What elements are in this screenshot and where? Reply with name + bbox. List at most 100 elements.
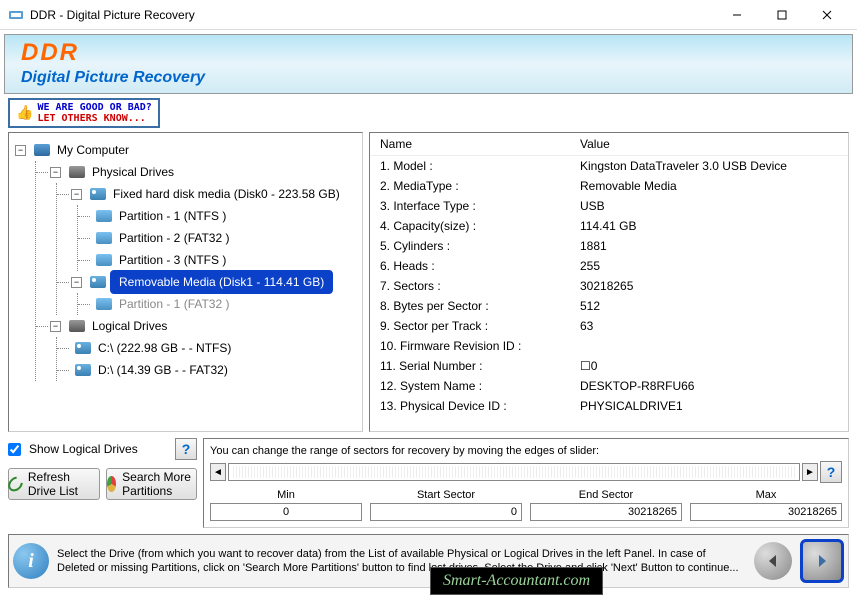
max-label: Max bbox=[690, 489, 842, 501]
details-name: 10. Firmware Revision ID : bbox=[370, 336, 570, 356]
titlebar: DDR - Digital Picture Recovery bbox=[0, 0, 857, 30]
feedback-button[interactable]: 👍 WE ARE GOOD OR BAD? LET OTHERS KNOW... bbox=[8, 98, 160, 128]
slider-right-arrow[interactable]: ► bbox=[802, 463, 818, 481]
header-banner: DDR Digital Picture Recovery bbox=[4, 34, 853, 94]
details-header-name: Name bbox=[370, 133, 570, 156]
end-sector-input[interactable] bbox=[530, 503, 682, 521]
close-button[interactable] bbox=[804, 1, 849, 29]
details-name: 9. Sector per Track : bbox=[370, 316, 570, 336]
tree-partition[interactable]: Partition - 3 (NTFS ) bbox=[78, 249, 356, 271]
start-sector-label: Start Sector bbox=[370, 489, 522, 501]
sector-range-panel: You can change the range of sectors for … bbox=[203, 438, 849, 528]
thumb-up-icon: 👍 bbox=[16, 105, 33, 121]
tree-label: D:\ (14.39 GB - - FAT32) bbox=[95, 362, 231, 378]
tree-label: Physical Drives bbox=[89, 164, 177, 180]
details-name: 11. Serial Number : bbox=[370, 356, 570, 376]
details-value: 30218265 bbox=[570, 276, 848, 296]
button-label: Search More Partitions bbox=[122, 470, 196, 498]
max-sector-input bbox=[690, 503, 842, 521]
drive-tree-panel: − My Computer − Physical Drives − Fixed … bbox=[8, 132, 363, 432]
details-value: PHYSICALDRIVE1 bbox=[570, 396, 848, 416]
tree-partition[interactable]: Partition - 2 (FAT32 ) bbox=[78, 227, 356, 249]
tree-label-selected: Removable Media (Disk1 - 114.41 GB) bbox=[110, 270, 333, 294]
details-name: 3. Interface Type : bbox=[370, 196, 570, 216]
details-value: 512 bbox=[570, 296, 848, 316]
details-value: USB bbox=[570, 196, 848, 216]
details-name: 4. Capacity(size) : bbox=[370, 216, 570, 236]
partition-icon bbox=[96, 254, 112, 266]
collapse-icon[interactable]: − bbox=[50, 167, 61, 178]
sector-slider[interactable] bbox=[228, 463, 800, 481]
hdd-icon bbox=[90, 188, 106, 200]
details-name: 5. Cylinders : bbox=[370, 236, 570, 256]
slider-left-arrow[interactable]: ◄ bbox=[210, 463, 226, 481]
tree-volume-c[interactable]: C:\ (222.98 GB - - NTFS) bbox=[57, 337, 356, 359]
details-row: 13. Physical Device ID :PHYSICALDRIVE1 bbox=[370, 396, 848, 416]
tree-partition[interactable]: Partition - 1 (FAT32 ) bbox=[78, 293, 356, 315]
details-row: 12. System Name :DESKTOP-R8RFU66 bbox=[370, 376, 848, 396]
tree-label: Partition - 3 (NTFS ) bbox=[116, 252, 229, 268]
tree-partition[interactable]: Partition - 1 (NTFS ) bbox=[78, 205, 356, 227]
min-label: Min bbox=[210, 489, 362, 501]
tree-label: C:\ (222.98 GB - - NTFS) bbox=[95, 340, 234, 356]
details-value: 255 bbox=[570, 256, 848, 276]
show-logical-checkbox[interactable] bbox=[8, 443, 21, 456]
minimize-button[interactable] bbox=[714, 1, 759, 29]
hdd-icon bbox=[75, 342, 91, 354]
end-sector-label: End Sector bbox=[530, 489, 682, 501]
drive-details-panel: Name Value 1. Model :Kingston DataTravel… bbox=[369, 132, 849, 432]
tree-label: Fixed hard disk media (Disk0 - 223.58 GB… bbox=[110, 186, 343, 202]
start-sector-input[interactable] bbox=[370, 503, 522, 521]
tree-disk0[interactable]: − Fixed hard disk media (Disk0 - 223.58 … bbox=[57, 183, 356, 205]
details-value: 63 bbox=[570, 316, 848, 336]
collapse-icon[interactable]: − bbox=[71, 277, 82, 288]
app-icon bbox=[8, 7, 24, 23]
details-row: 8. Bytes per Sector :512 bbox=[370, 296, 848, 316]
details-row: 11. Serial Number :☐0 bbox=[370, 356, 848, 376]
button-label: Refresh Drive List bbox=[28, 470, 99, 498]
details-value bbox=[570, 336, 848, 356]
info-icon: i bbox=[13, 543, 49, 579]
hdd-icon bbox=[90, 276, 106, 288]
search-more-partitions-button[interactable]: Search More Partitions bbox=[106, 468, 198, 500]
tree-root[interactable]: − My Computer bbox=[15, 139, 356, 161]
next-button[interactable] bbox=[800, 539, 844, 583]
hdd-icon bbox=[75, 364, 91, 376]
details-value: 114.41 GB bbox=[570, 216, 848, 236]
details-row: 4. Capacity(size) :114.41 GB bbox=[370, 216, 848, 236]
pie-icon bbox=[107, 476, 117, 492]
partition-icon bbox=[96, 210, 112, 222]
tree-label: Partition - 1 (NTFS ) bbox=[116, 208, 229, 224]
tree-volume-d[interactable]: D:\ (14.39 GB - - FAT32) bbox=[57, 359, 356, 381]
help-button[interactable]: ? bbox=[820, 461, 842, 483]
refresh-drive-list-button[interactable]: Refresh Drive List bbox=[8, 468, 100, 500]
details-row: 6. Heads :255 bbox=[370, 256, 848, 276]
details-row: 7. Sectors :30218265 bbox=[370, 276, 848, 296]
details-row: 2. MediaType :Removable Media bbox=[370, 176, 848, 196]
collapse-icon[interactable]: − bbox=[71, 189, 82, 200]
details-name: 6. Heads : bbox=[370, 256, 570, 276]
drives-icon bbox=[69, 166, 85, 178]
details-value: DESKTOP-R8RFU66 bbox=[570, 376, 848, 396]
maximize-button[interactable] bbox=[759, 1, 804, 29]
drives-icon bbox=[69, 320, 85, 332]
help-button[interactable]: ? bbox=[175, 438, 197, 460]
collapse-icon[interactable]: − bbox=[15, 145, 26, 156]
app-subtitle: Digital Picture Recovery bbox=[21, 69, 836, 87]
window-title: DDR - Digital Picture Recovery bbox=[30, 8, 714, 22]
details-value: ☐0 bbox=[570, 356, 848, 376]
details-row: 1. Model :Kingston DataTraveler 3.0 USB … bbox=[370, 156, 848, 177]
details-name: 13. Physical Device ID : bbox=[370, 396, 570, 416]
logo-text: DDR bbox=[21, 39, 836, 67]
tree-physical-drives[interactable]: − Physical Drives bbox=[36, 161, 356, 183]
collapse-icon[interactable]: − bbox=[50, 321, 61, 332]
tree-label: My Computer bbox=[54, 142, 132, 158]
details-value: 1881 bbox=[570, 236, 848, 256]
partition-icon bbox=[96, 298, 112, 310]
tree-disk1-selected[interactable]: − Removable Media (Disk1 - 114.41 GB) bbox=[57, 271, 356, 293]
details-header-value: Value bbox=[570, 133, 848, 156]
tree-logical-drives[interactable]: − Logical Drives bbox=[36, 315, 356, 337]
back-button[interactable] bbox=[754, 542, 792, 580]
feedback-line2: LET OTHERS KNOW... bbox=[37, 113, 151, 124]
details-name: 1. Model : bbox=[370, 156, 570, 177]
